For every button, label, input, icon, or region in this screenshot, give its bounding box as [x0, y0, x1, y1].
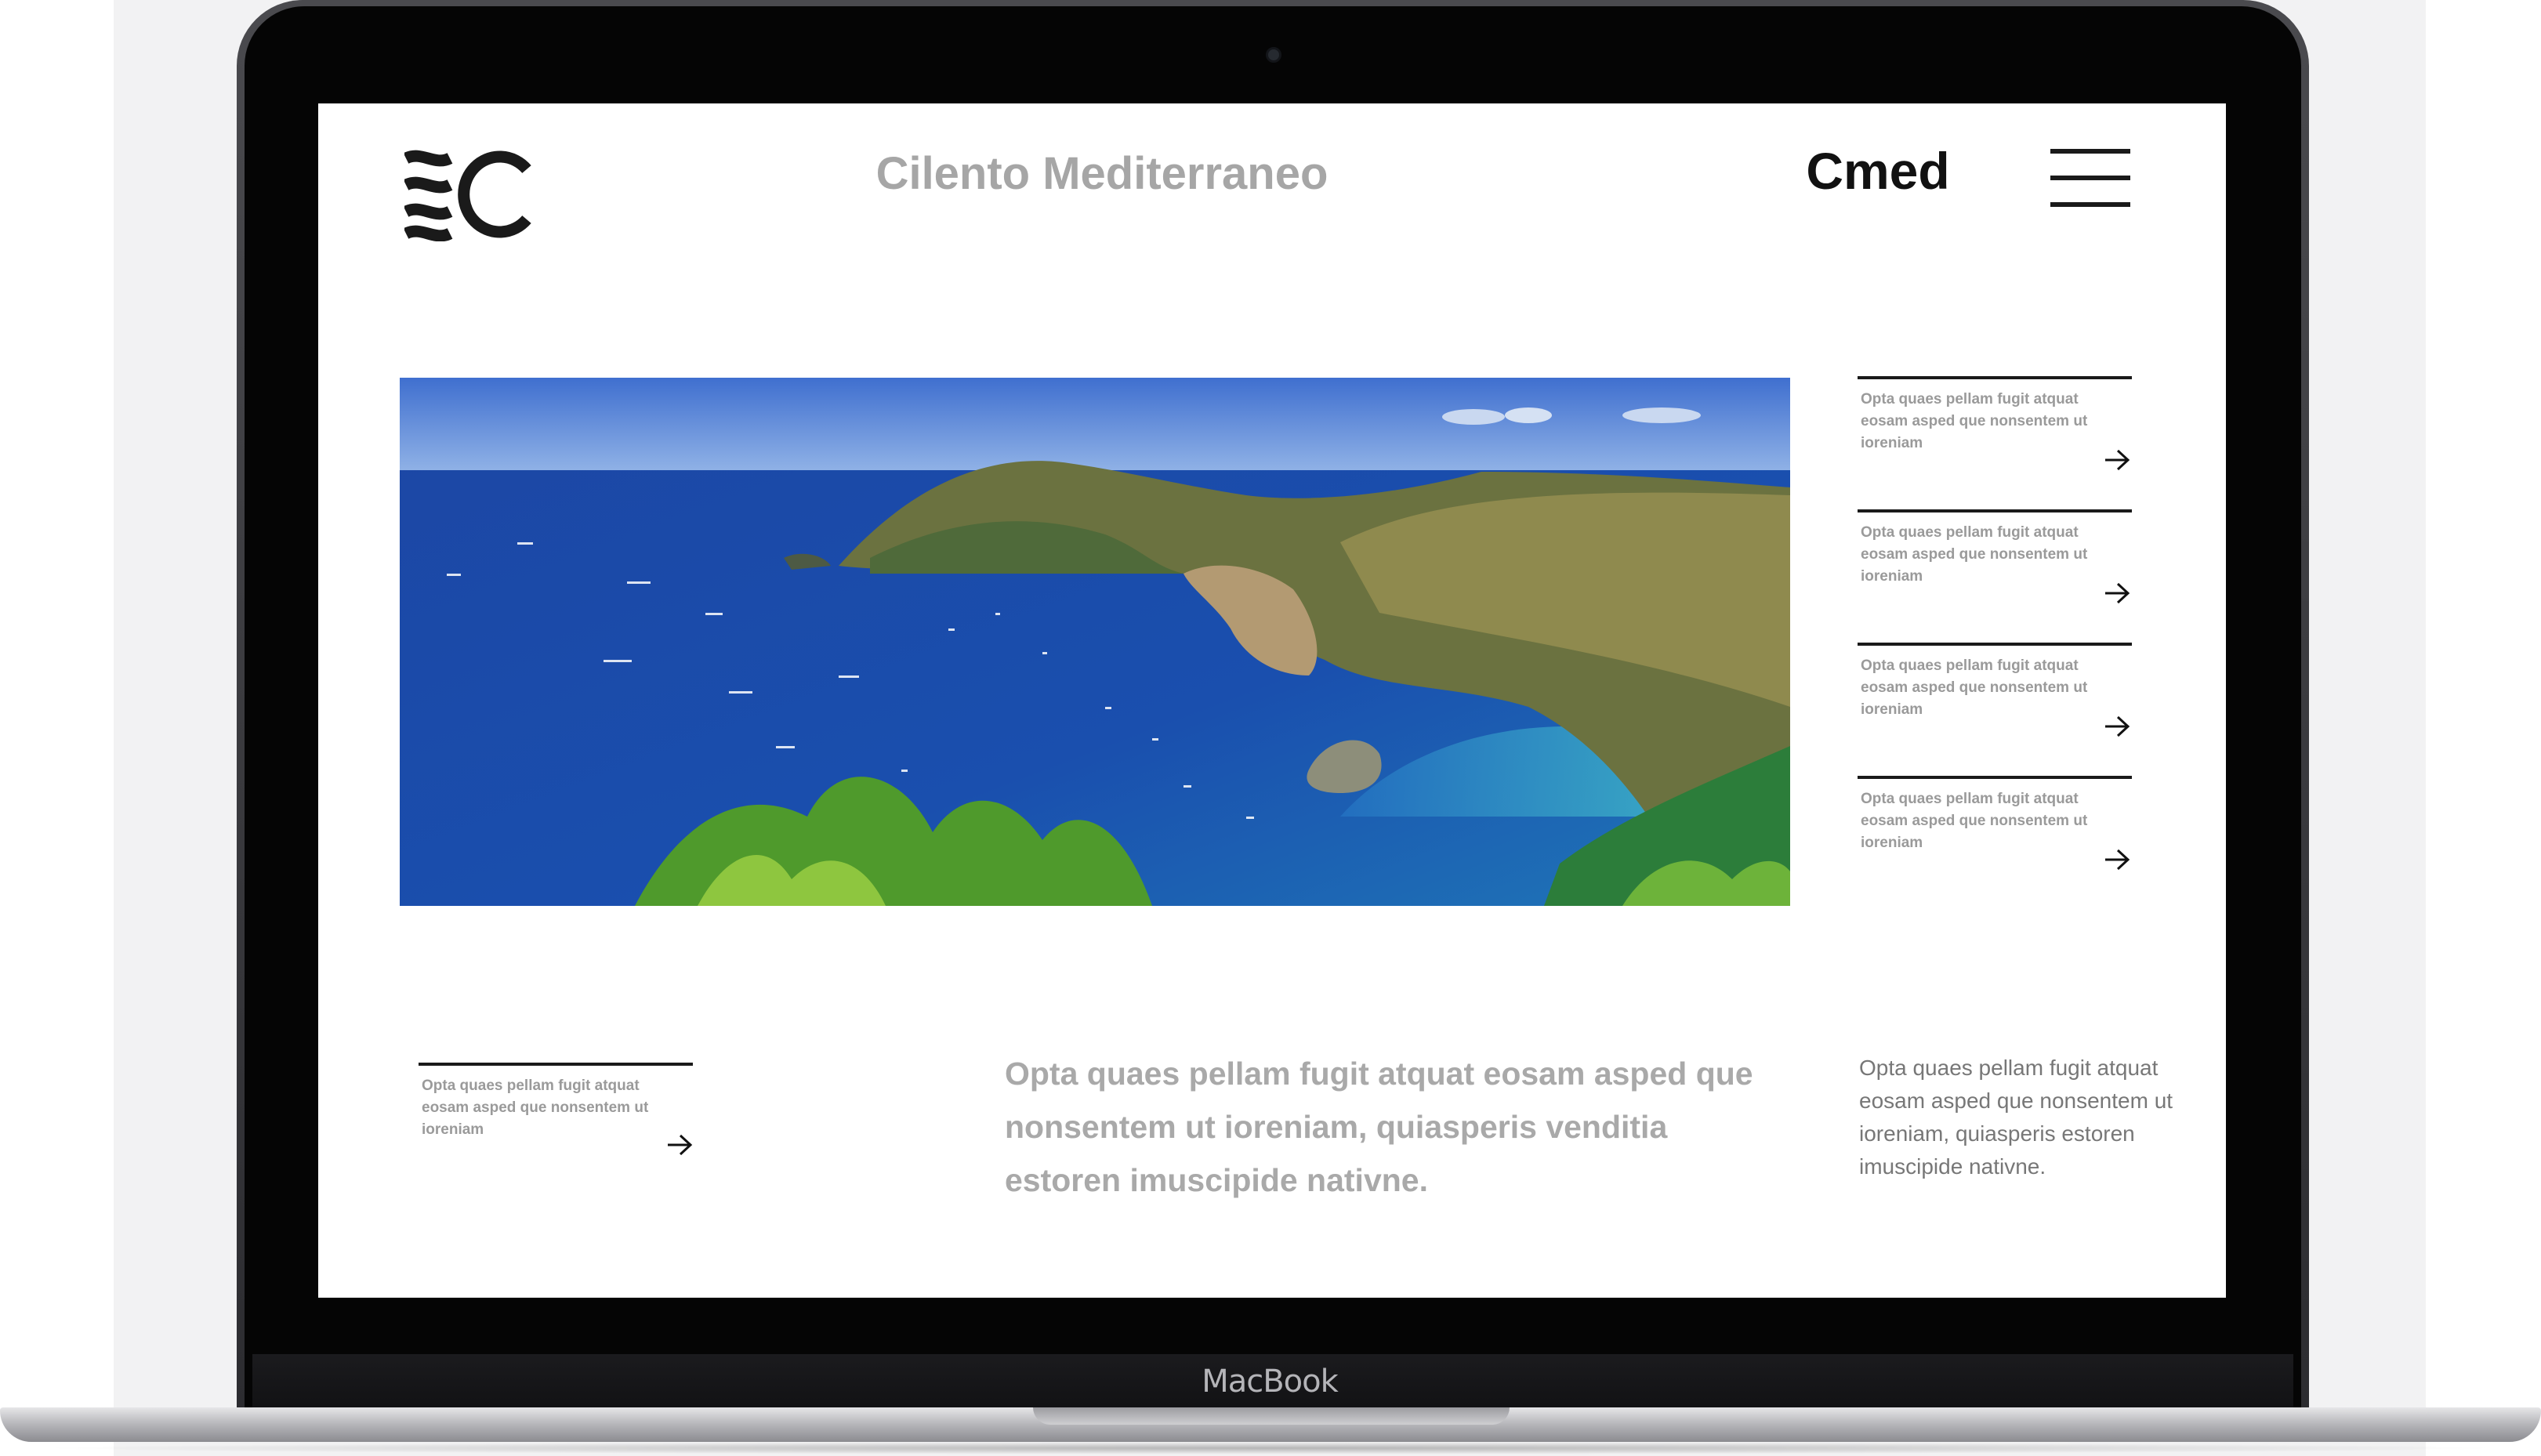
side-link-text: Opta quaes pellam fugit atquat eosam asp… [1861, 791, 2088, 851]
brand-name[interactable]: Cmed [1760, 138, 1995, 204]
side-link-text: Opta quaes pellam fugit atquat eosam asp… [1861, 391, 2088, 451]
side-link-text: Opta quaes pellam fugit atquat eosam asp… [1861, 657, 2088, 718]
laptop-shadow [31, 1442, 2508, 1454]
arrow-right-icon [2105, 582, 2130, 604]
website-screen: Cilento Mediterraneo Cmed Opta quaes pel… [318, 103, 2226, 1298]
bottom-link-text: Opta quaes pellam fugit atquat eosam asp… [422, 1078, 649, 1138]
menu-line [2050, 202, 2130, 207]
arrow-right-icon [2105, 449, 2130, 471]
hamburger-menu-icon[interactable] [2050, 149, 2130, 207]
arrow-right-icon [668, 1134, 693, 1156]
camera-icon [1266, 47, 1281, 63]
laptop-base-notch [1033, 1407, 1510, 1425]
device-brand-label: MacBook [1202, 1364, 1339, 1400]
side-link-item[interactable]: Opta quaes pellam fugit atquat eosam asp… [1858, 776, 2132, 909]
side-link-item[interactable]: Opta quaes pellam fugit atquat eosam asp… [1858, 376, 2132, 509]
hero-image[interactable] [400, 378, 1790, 906]
site-title: Cilento Mediterraneo [875, 148, 1328, 199]
body-paragraph: Opta quaes pellam fugit atquat eosam asp… [1859, 1056, 2173, 1179]
wave-c-logo-icon[interactable] [404, 147, 535, 241]
side-link-list: Opta quaes pellam fugit atquat eosam asp… [1858, 376, 2132, 909]
arrow-right-icon [2105, 849, 2130, 871]
side-link-item[interactable]: Opta quaes pellam fugit atquat eosam asp… [1858, 509, 2132, 643]
side-link-text: Opta quaes pellam fugit atquat eosam asp… [1861, 524, 2088, 585]
menu-line [2050, 149, 2130, 154]
menu-line [2050, 176, 2130, 180]
arrow-right-icon [2105, 715, 2130, 737]
lead-paragraph: Opta quaes pellam fugit atquat eosam asp… [1005, 1056, 1753, 1198]
bottom-link-card[interactable]: Opta quaes pellam fugit atquat eosam asp… [419, 1063, 693, 1188]
side-link-item[interactable]: Opta quaes pellam fugit atquat eosam asp… [1858, 643, 2132, 776]
